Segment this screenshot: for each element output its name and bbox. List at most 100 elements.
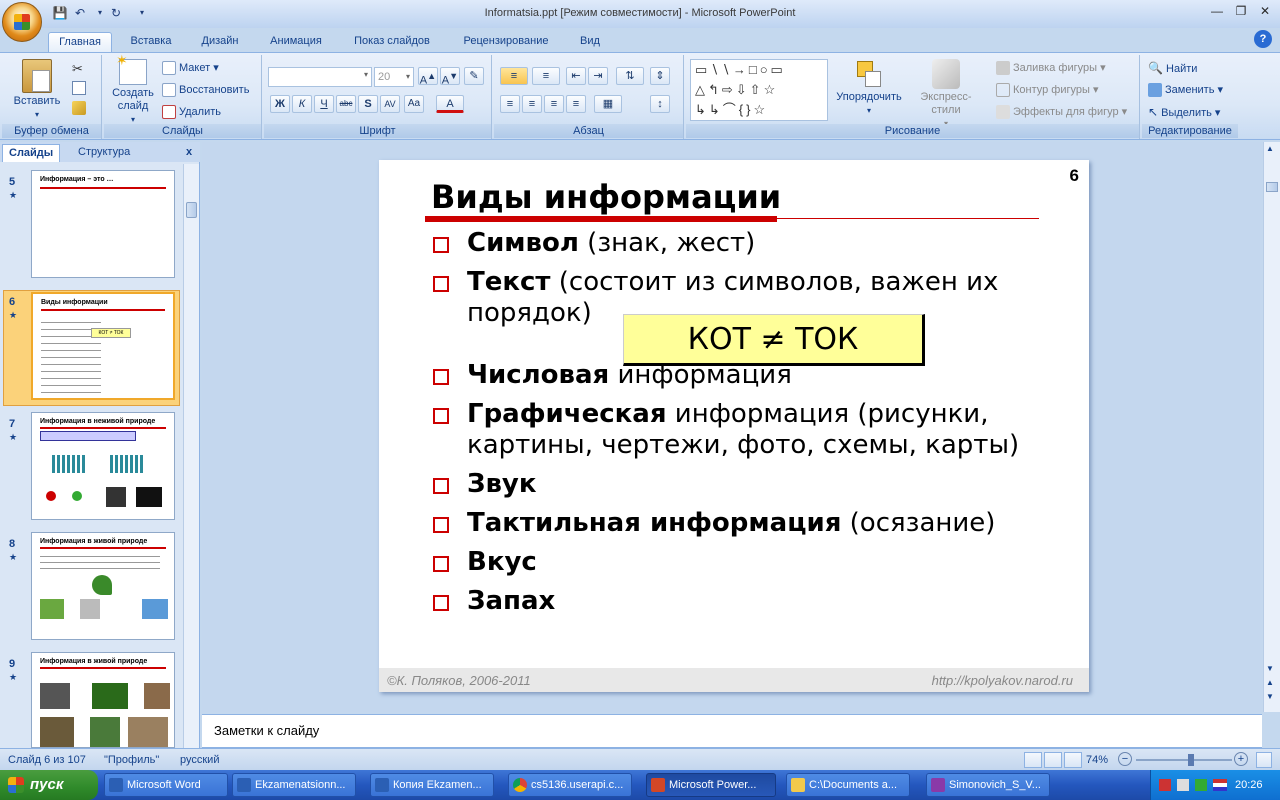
cut-icon[interactable]: ✂ [72,61,83,77]
shrink-font-button[interactable]: A▼ [440,67,460,87]
arrange-button[interactable]: Упорядочить ▾ [832,59,906,117]
close-button[interactable]: ✕ [1252,2,1278,20]
undo-dropdown-icon[interactable]: ▾ [92,5,108,21]
shape-fill-button[interactable]: Заливка фигуры ▾ [996,59,1106,77]
tab-slides[interactable]: Слайды [2,144,61,162]
numbering-button[interactable]: ≡ [532,67,560,85]
format-painter-icon[interactable] [72,101,86,115]
help-icon[interactable]: ? [1254,30,1272,48]
slides-pane-scrollbar[interactable] [183,164,199,748]
tab-view[interactable]: Вид [570,32,610,52]
grow-font-button[interactable]: A▲ [418,67,438,87]
theme-name[interactable]: "Профиль" [104,752,159,768]
copy-icon[interactable] [72,81,86,95]
decrease-indent-button[interactable]: ⇤ [566,67,586,85]
save-icon[interactable]: 💾 [52,5,68,21]
tab-slideshow[interactable]: Показ слайдов [344,32,440,52]
slide-thumbnail[interactable]: Информация в живой природе [31,532,175,640]
bullets-button[interactable]: ≡ [500,67,528,85]
shape-effects-button[interactable]: Эффекты для фигур ▾ [996,103,1127,121]
font-name-combo[interactable]: ▾ [268,67,372,87]
scroll-nav-icons[interactable]: ▼ ▲ ▼ [1266,662,1274,704]
find-button[interactable]: 🔍 Найти [1148,59,1197,77]
customize-toolbar-icon[interactable]: ▾ [134,5,150,21]
slideshow-icon[interactable] [1064,752,1082,768]
shapes-gallery[interactable]: ▭∖∖→□○▭ △↰⇨⇩⇧☆ ↳↳⌒{}☆ [690,59,828,121]
tray-icon[interactable] [1195,779,1207,791]
tab-insert[interactable]: Вставка [122,32,180,52]
slide-scrollbar[interactable]: ▲ ▼ ▲ ▼ [1263,142,1280,712]
flag-icon[interactable] [1213,779,1227,791]
normal-view-icon[interactable] [1024,752,1042,768]
slide-title[interactable]: Виды информации [431,178,781,216]
align-left-button[interactable]: ≡ [500,95,520,113]
clock[interactable]: 20:26 [1235,770,1263,800]
zoom-slider-thumb[interactable] [1188,754,1194,766]
slide-thumbnail[interactable]: Информация в неживой природе [31,412,175,520]
task-archive[interactable]: Simonovich_S_V... [926,773,1050,797]
tab-design[interactable]: Дизайн [190,32,250,52]
columns-button[interactable]: ▦ [594,95,622,113]
redo-icon[interactable]: ↻ [108,5,124,21]
task-document[interactable]: Ekzamenatsionn... [232,773,356,797]
bold-button[interactable]: Ж [270,95,290,113]
layout-button[interactable]: Макет ▾ [162,59,219,77]
slide-thumbnail-selected[interactable]: Виды информации КОТ ≠ ТОК [31,292,175,400]
text-direction-button[interactable]: ⇕ [650,67,670,85]
language-indicator[interactable]: русский [180,752,219,768]
bullet-list[interactable]: Символ (знак, жест) Текст (состоит из си… [433,228,1043,617]
slide-thumbnail[interactable]: Информация – это … [31,170,175,278]
quick-styles-button[interactable]: Экспресс-стили▾ [906,59,986,130]
strikethrough-button[interactable]: abc [336,95,356,113]
font-color-button[interactable]: A [436,95,464,113]
char-spacing-button[interactable]: AV [380,95,400,113]
tab-review[interactable]: Рецензирование [452,32,560,52]
tab-animation[interactable]: Анимация [260,32,332,52]
task-word[interactable]: Microsoft Word [104,773,228,797]
zoom-out-icon[interactable]: − [1118,752,1132,766]
delete-slide-button[interactable]: Удалить [162,103,221,121]
office-button[interactable] [2,2,42,42]
zoom-in-icon[interactable]: + [1234,752,1248,766]
callout-box[interactable]: КОТ ≠ ТОК [623,314,925,366]
minimize-button[interactable]: — [1204,2,1230,20]
task-browser[interactable]: cs5136.userapi.c... [508,773,632,797]
align-center-button[interactable]: ≡ [522,95,542,113]
line-spacing-button[interactable]: ⇅ [616,67,644,85]
justify-button[interactable]: ≡ [566,95,586,113]
align-text-button[interactable]: ↕ [650,95,670,113]
align-right-button[interactable]: ≡ [544,95,564,113]
scroll-thumb[interactable] [1266,182,1278,192]
zoom-slider[interactable] [1136,759,1232,761]
new-slide-button[interactable]: ✶ Создать слайд ▾ [108,53,158,126]
shadow-button[interactable]: S [358,95,378,113]
tray-icon[interactable] [1177,779,1189,791]
notes-placeholder[interactable]: Заметки к слайду [214,723,319,738]
replace-button[interactable]: Заменить ▾ [1148,81,1223,99]
underline-button[interactable]: Ч [314,95,334,113]
increase-indent-button[interactable]: ⇥ [588,67,608,85]
restore-button[interactable]: ❐ [1228,2,1254,20]
undo-icon[interactable]: ↶ [72,5,88,21]
close-pane-icon[interactable]: x [180,144,198,162]
slide-thumbnail[interactable]: Информация в живой природе [31,652,175,748]
zoom-level[interactable]: 74% [1086,752,1108,768]
notes-pane[interactable]: Заметки к слайду [202,714,1262,748]
task-powerpoint[interactable]: Microsoft Power... [646,773,776,797]
change-case-button[interactable]: Aa [404,95,424,113]
tab-home[interactable]: Главная [48,32,112,52]
task-document[interactable]: Копия Ekzamen... [370,773,494,797]
slide-canvas[interactable]: 6 Виды информации Символ (знак, жест) Те… [379,160,1089,692]
slide-sorter-icon[interactable] [1044,752,1062,768]
scroll-up-icon[interactable]: ▲ [1266,144,1274,153]
tray-icon[interactable] [1159,779,1171,791]
italic-button[interactable]: К [292,95,312,113]
shape-outline-button[interactable]: Контур фигуры ▾ [996,81,1099,99]
start-button[interactable]: пуск [0,770,98,800]
paste-button[interactable]: Вставить ▾ [12,59,62,121]
reset-button[interactable]: Восстановить [162,81,249,99]
font-size-combo[interactable]: 20 ▾ [374,67,414,87]
select-button[interactable]: ↖ Выделить ▾ [1148,103,1220,121]
clear-format-button[interactable]: ✎ [464,67,484,85]
task-explorer[interactable]: C:\Documents a... [786,773,910,797]
